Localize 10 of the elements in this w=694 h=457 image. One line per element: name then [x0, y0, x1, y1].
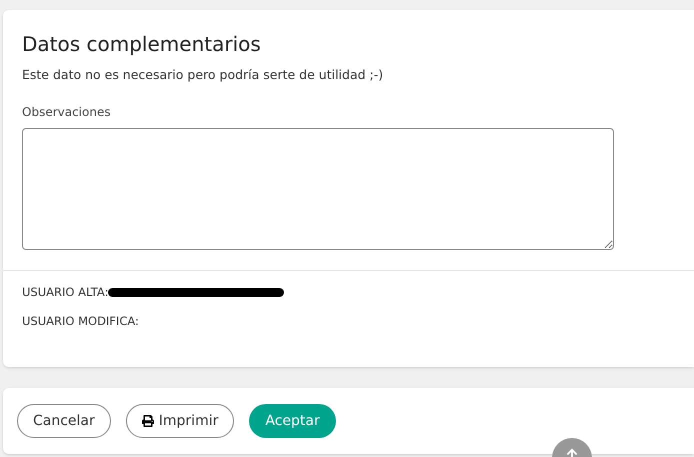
observaciones-field[interactable] [22, 128, 614, 250]
audit-label: USUARIO ALTA: [22, 284, 108, 302]
audit-label: USUARIO MODIFICA: [22, 313, 139, 330]
field-label: Observaciones [22, 104, 112, 121]
section-subtitle: Este dato no es necesario pero podría serte de utilidad ;-) [22, 66, 384, 84]
printer-icon [142, 415, 154, 427]
print-button[interactable]: Imprimir [126, 404, 234, 438]
cancel-button[interactable]: Cancelar [17, 404, 111, 438]
section-title: Datos complementarios [22, 32, 262, 56]
arrow-up-icon [566, 448, 578, 457]
